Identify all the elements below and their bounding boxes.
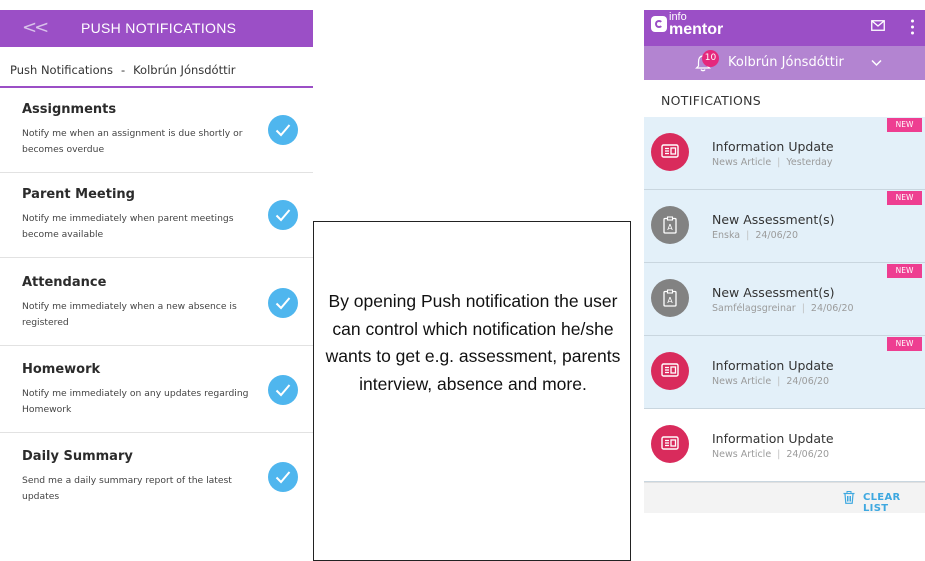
user-selector[interactable]: 10 Kolbrún Jónsdóttir [644, 46, 925, 80]
setting-name: Assignments [22, 102, 117, 117]
notification-item[interactable]: Information Update News Article | 24/06/20 [644, 409, 925, 482]
notification-category: News Article [712, 157, 772, 168]
notification-category: News Article [712, 449, 772, 460]
header-bar: << PUSH NOTIFICATIONS [0, 10, 313, 47]
page-title: PUSH NOTIFICATIONS [81, 20, 237, 36]
mail-icon[interactable] [871, 20, 885, 31]
notification-date: 24/06/20 [810, 303, 854, 314]
notification-category: Enska [712, 230, 741, 241]
notification-date: 24/06/20 [786, 449, 830, 460]
notification-meta: News Article | 24/06/20 [712, 376, 830, 387]
notification-meta: News Article | Yesterday [712, 157, 833, 168]
notification-date: 24/06/20 [786, 376, 830, 387]
notification-category: Samfélagsgreinar [712, 303, 796, 314]
setting-homework: Homework Notify me immediately on any up… [0, 348, 313, 433]
chevron-down-icon[interactable] [871, 59, 882, 67]
notification-date: Yesterday [786, 157, 833, 168]
news-icon [651, 352, 689, 390]
daily-summary-toggle[interactable] [268, 462, 298, 492]
trash-icon[interactable] [843, 491, 855, 504]
back-button[interactable]: << [22, 17, 49, 38]
setting-description: Notify me immediately when parent meetin… [22, 213, 234, 240]
breadcrumb-user: Kolbrún Jónsdóttir [133, 63, 236, 77]
notification-meta: News Article | 24/06/20 [712, 449, 830, 460]
clear-list-button[interactable]: CLEAR LIST [863, 492, 925, 514]
svg-text:A: A [667, 296, 673, 305]
kebab-menu-icon[interactable] [911, 19, 914, 35]
setting-name: Attendance [22, 275, 107, 290]
new-badge: NEW [887, 118, 922, 132]
notification-meta: Enska | 24/06/20 [712, 230, 799, 241]
checkmark-icon [275, 384, 291, 397]
assessment-icon: A [651, 206, 689, 244]
notifications-screen: info mentor 10 Kolbrún Jónsdóttir NOTIFI… [644, 0, 925, 549]
breadcrumb: Push Notifications - Kolbrún Jónsdóttir [10, 63, 236, 77]
push-notifications-screen: << PUSH NOTIFICATIONS Push Notifications… [0, 0, 313, 549]
notification-title: Information Update [712, 139, 834, 154]
assessment-icon: A [651, 279, 689, 317]
breadcrumb-section: Push Notifications [10, 63, 113, 77]
notification-category: News Article [712, 376, 772, 387]
notification-title: New Assessment(s) [712, 212, 835, 227]
checkmark-icon [275, 297, 291, 310]
setting-parent-meeting: Parent Meeting Notify me immediately whe… [0, 173, 313, 258]
setting-description: Notify me when an assignment is due shor… [22, 128, 243, 155]
setting-assignments: Assignments Notify me when an assignment… [0, 88, 313, 173]
selected-user-name: Kolbrún Jónsdóttir [728, 55, 844, 70]
app-top-bar: info mentor [644, 10, 925, 46]
parent-meeting-toggle[interactable] [268, 200, 298, 230]
logo-text-bottom: mentor [669, 21, 724, 38]
setting-name: Parent Meeting [22, 187, 135, 202]
setting-description: Send me a daily summary report of the la… [22, 475, 232, 502]
checkmark-icon [275, 471, 291, 484]
infomentor-logo-icon [651, 16, 667, 32]
setting-attendance: Attendance Notify me immediately when a … [0, 261, 313, 346]
notifications-heading: NOTIFICATIONS [661, 93, 762, 108]
news-icon [651, 133, 689, 171]
setting-name: Daily Summary [22, 449, 133, 464]
setting-description: Notify me immediately when a new absence… [22, 301, 237, 328]
notification-item[interactable]: A New Assessment(s) Samfélagsgreinar | 24/… [644, 263, 925, 336]
notification-count-badge: 10 [702, 50, 719, 67]
explanation-callout: By opening Push notification the user ca… [313, 221, 631, 561]
list-footer: CLEAR LIST [644, 482, 925, 514]
checkmark-icon [275, 124, 291, 137]
notification-date: 24/06/20 [755, 230, 799, 241]
callout-text: By opening Push notification the user ca… [325, 291, 621, 394]
new-badge: NEW [887, 191, 922, 205]
breadcrumb-separator: - [120, 63, 126, 77]
checkmark-icon [275, 209, 291, 222]
assignments-toggle[interactable] [268, 115, 298, 145]
new-badge: NEW [887, 264, 922, 278]
setting-name: Homework [22, 362, 101, 377]
attendance-toggle[interactable] [268, 288, 298, 318]
notification-title: Information Update [712, 358, 834, 373]
notification-item[interactable]: A New Assessment(s) Enska | 24/06/20 NEW [644, 190, 925, 263]
setting-daily-summary: Daily Summary Send me a daily summary re… [0, 435, 313, 519]
notification-title: New Assessment(s) [712, 285, 835, 300]
notification-item[interactable]: Information Update News Article | 24/06/20… [644, 336, 925, 409]
setting-description: Notify me immediately on any updates reg… [22, 388, 249, 415]
svg-text:A: A [667, 223, 673, 232]
notification-title: Information Update [712, 431, 834, 446]
notification-item[interactable]: Information Update News Article | Yesterda… [644, 117, 925, 190]
new-badge: NEW [887, 337, 922, 351]
notification-meta: Samfélagsgreinar | 24/06/20 [712, 303, 854, 314]
news-icon [651, 425, 689, 463]
homework-toggle[interactable] [268, 375, 298, 405]
